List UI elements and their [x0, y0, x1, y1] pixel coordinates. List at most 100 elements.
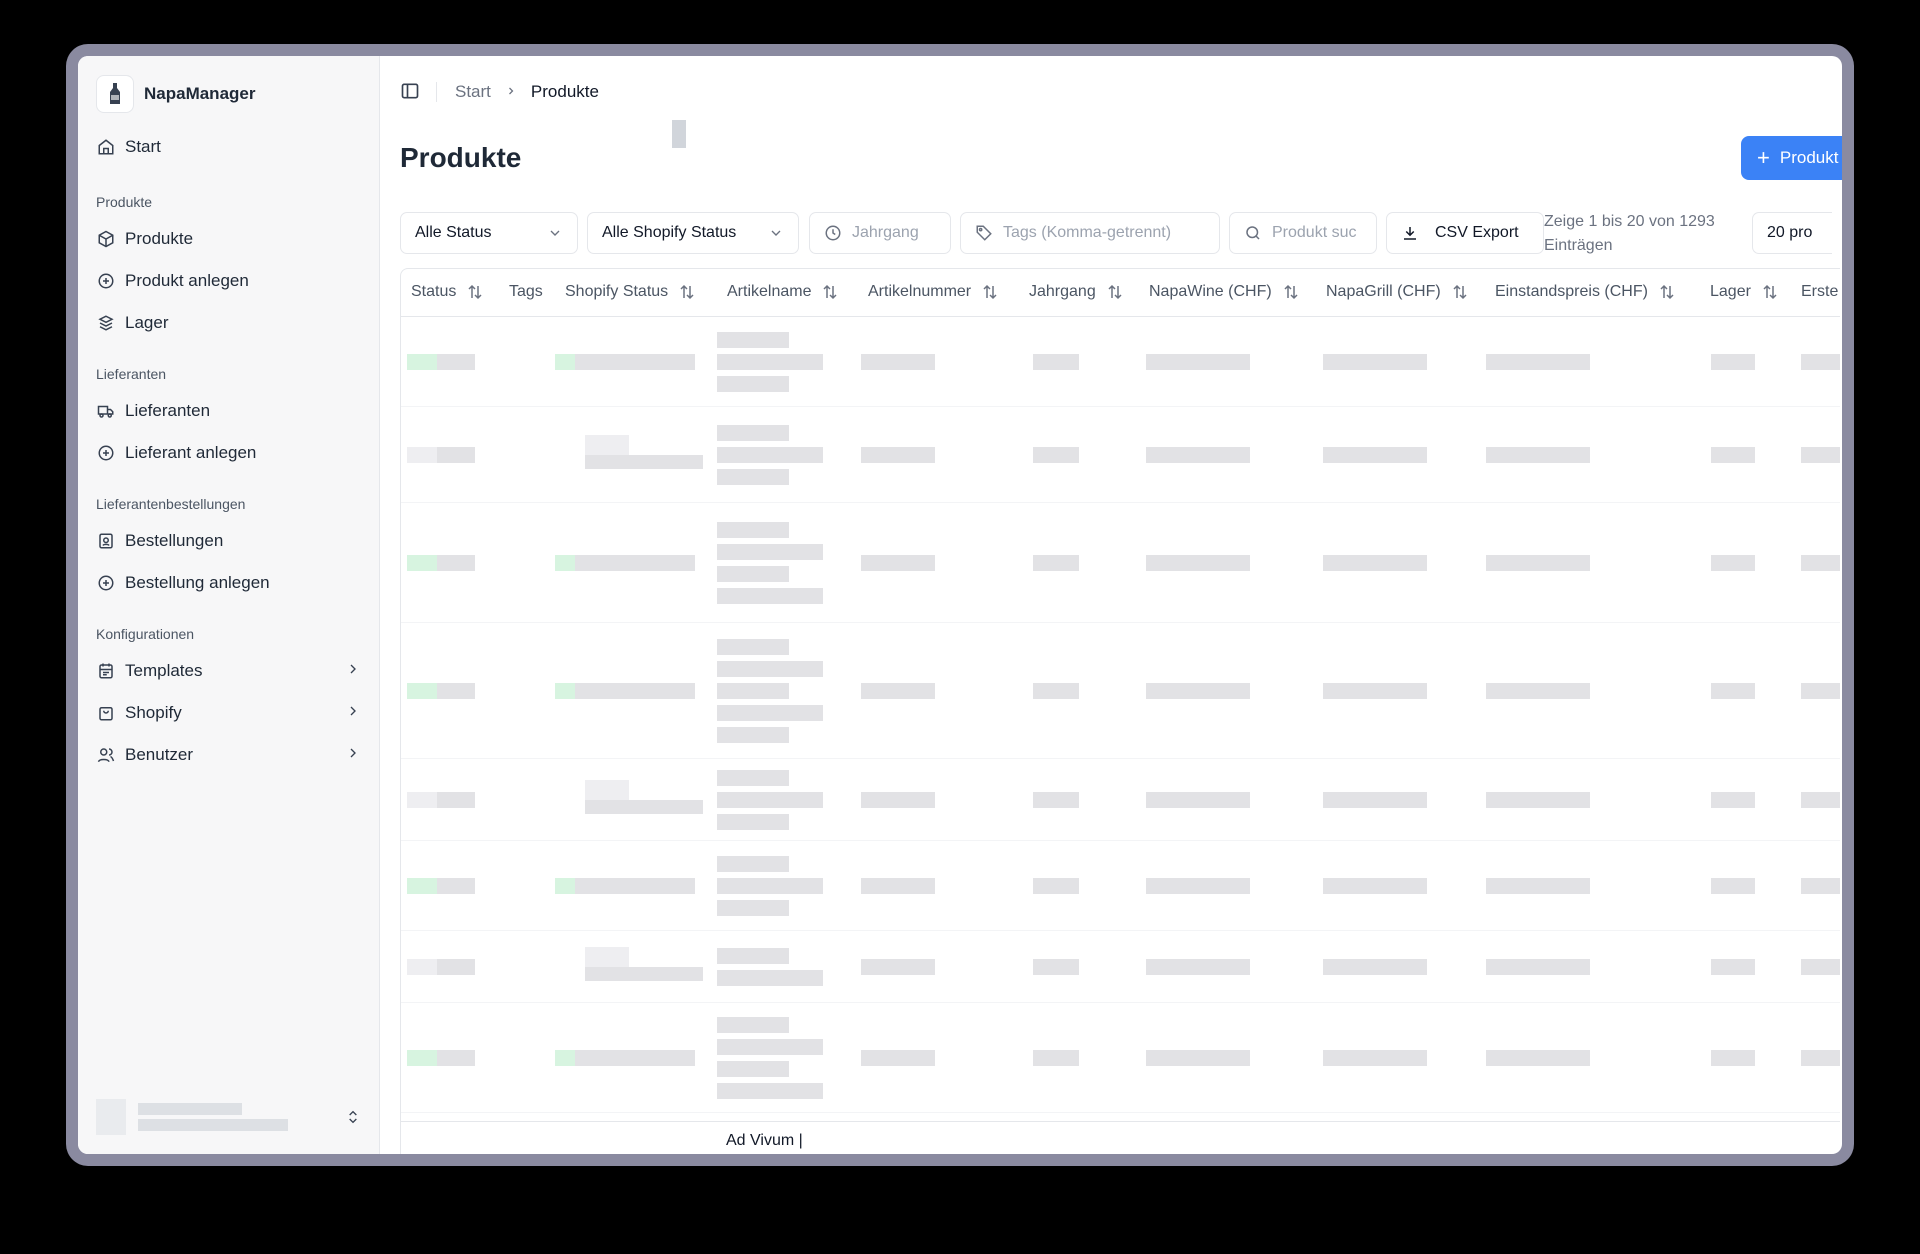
tags-field[interactable] — [960, 212, 1220, 254]
jahrgang-field[interactable] — [809, 212, 951, 254]
col-einstandspreis[interactable]: Einstandspreis (CHF) — [1495, 283, 1676, 301]
user-menu[interactable] — [96, 1094, 361, 1140]
status-text-redacted — [437, 792, 475, 808]
col-label: Einstandspreis (CHF) — [1495, 283, 1648, 300]
sidebar-item-label: Shopify — [125, 703, 182, 722]
artikelname-redacted — [717, 900, 789, 916]
col-shopify-status[interactable]: Shopify Status — [565, 283, 696, 301]
sidebar-item-bestellungen[interactable]: Bestellungen — [96, 520, 361, 562]
table-footer: Ad Vivum | — [401, 1121, 1840, 1154]
cell-redacted — [1801, 555, 1840, 571]
download-icon — [1401, 224, 1419, 242]
sidebar-item-start[interactable]: Start — [96, 126, 361, 168]
col-label: Lager — [1710, 283, 1751, 300]
sidebar-item-benutzer[interactable]: Benutzer — [96, 734, 361, 776]
cell-redacted — [1146, 1050, 1250, 1066]
jahrgang-input[interactable] — [852, 224, 936, 242]
sidebar-item-produkte[interactable]: Produkte — [96, 218, 361, 260]
cell-redacted — [1486, 447, 1590, 463]
users-icon — [96, 745, 116, 765]
page-size-select[interactable]: 20 pro — [1752, 212, 1832, 254]
table-row[interactable] — [401, 931, 1840, 1003]
sidebar-item-lieferanten[interactable]: Lieferanten — [96, 390, 361, 432]
cell-redacted — [1033, 354, 1079, 370]
status-badge-redacted — [407, 447, 437, 463]
sidebar-item-shopify[interactable]: Shopify — [96, 692, 361, 734]
cell-redacted — [861, 1050, 935, 1066]
artikelname-redacted — [717, 856, 789, 872]
col-napagrill[interactable]: NapaGrill (CHF) — [1326, 283, 1469, 301]
app-name: NapaManager — [144, 84, 256, 103]
table-row[interactable] — [401, 407, 1840, 503]
status-text-redacted — [437, 555, 475, 571]
chevrons-up-down-icon — [345, 1108, 361, 1131]
sidebar-item-label: Produkt anlegen — [125, 271, 249, 290]
shopify-text-redacted — [585, 967, 703, 981]
cell-redacted — [1801, 792, 1840, 808]
table-row[interactable] — [401, 1003, 1840, 1113]
plus-icon: + — [1757, 145, 1770, 170]
shopping-bag-icon — [96, 703, 116, 723]
col-status[interactable]: Status — [411, 283, 484, 301]
col-label: Jahrgang — [1029, 283, 1096, 300]
app-window: NapaManager Start Produkte Produkte Prod… — [78, 56, 1842, 1154]
cell-redacted — [1033, 1050, 1079, 1066]
cell-redacted — [1486, 1050, 1590, 1066]
sidebar-item-produkt-anlegen[interactable]: Produkt anlegen — [96, 260, 361, 302]
artikelname-redacted — [717, 566, 789, 582]
col-artikelnummer[interactable]: Artikelnummer — [868, 283, 999, 301]
shopify-text-redacted — [575, 683, 695, 699]
page-title: Produkte — [400, 142, 522, 173]
shopify-status-select[interactable]: Alle Shopify Status — [587, 212, 799, 254]
cell-redacted — [861, 683, 935, 699]
breadcrumb-start[interactable]: Start — [455, 82, 491, 102]
sidebar-item-lager[interactable]: Lager — [96, 302, 361, 344]
table-row[interactable] — [401, 317, 1840, 407]
boxes-icon — [96, 313, 116, 333]
col-jahrgang[interactable]: Jahrgang — [1029, 283, 1124, 301]
status-select[interactable]: Alle Status — [400, 212, 578, 254]
col-label: Artikelname — [727, 283, 812, 300]
sort-icon — [1106, 283, 1124, 301]
tags-input[interactable] — [1003, 224, 1205, 242]
shopify-badge-redacted — [555, 1050, 575, 1066]
window-frame: NapaManager Start Produkte Produkte Prod… — [66, 44, 1854, 1166]
entries-info: Zeige 1 bis 20 von 1293 Einträgen — [1544, 213, 1715, 254]
sidebar: NapaManager Start Produkte Produkte Prod… — [78, 56, 380, 1154]
search-field[interactable] — [1229, 212, 1377, 254]
col-napawine[interactable]: NapaWine (CHF) — [1149, 283, 1300, 301]
shopify-text-redacted — [575, 878, 695, 894]
tags-redacted — [585, 780, 629, 800]
cell-redacted — [1711, 878, 1755, 894]
cell-redacted — [1801, 683, 1840, 699]
table-row[interactable] — [401, 623, 1840, 759]
table-row[interactable] — [401, 841, 1840, 931]
artikelname-redacted — [717, 425, 789, 441]
csv-export-button[interactable]: CSV Export — [1386, 212, 1544, 254]
col-artikelname[interactable]: Artikelname — [727, 283, 839, 301]
add-product-button[interactable]: + Produkt — [1741, 136, 1842, 180]
col-label: NapaGrill (CHF) — [1326, 283, 1441, 300]
sidebar-item-lieferant-anlegen[interactable]: Lieferant anlegen — [96, 432, 361, 474]
artikelname-redacted — [717, 522, 789, 538]
col-lager[interactable]: Lager — [1710, 283, 1779, 301]
col-erstellt[interactable]: Erste — [1801, 283, 1838, 301]
sidebar-item-bestellung-anlegen[interactable]: Bestellung anlegen — [96, 562, 361, 604]
search-input[interactable] — [1272, 224, 1362, 242]
products-table: Status Tags Shopify Status Artikelname A… — [400, 268, 1840, 1154]
cell-redacted — [1486, 555, 1590, 571]
search-icon — [1244, 224, 1262, 242]
sidebar-toggle-icon[interactable] — [400, 81, 422, 103]
status-text-redacted — [437, 447, 475, 463]
package-icon — [96, 229, 116, 249]
calendar-icon — [96, 661, 116, 681]
table-row[interactable] — [401, 503, 1840, 623]
chevron-down-icon — [547, 225, 563, 246]
status-badge-redacted — [407, 354, 437, 370]
sidebar-item-label: Bestellungen — [125, 531, 224, 550]
table-row[interactable] — [401, 759, 1840, 841]
sidebar-item-templates[interactable]: Templates — [96, 650, 361, 692]
artikelname-redacted — [717, 878, 823, 894]
brand[interactable]: NapaManager — [96, 74, 361, 114]
status-badge-redacted — [407, 555, 437, 571]
